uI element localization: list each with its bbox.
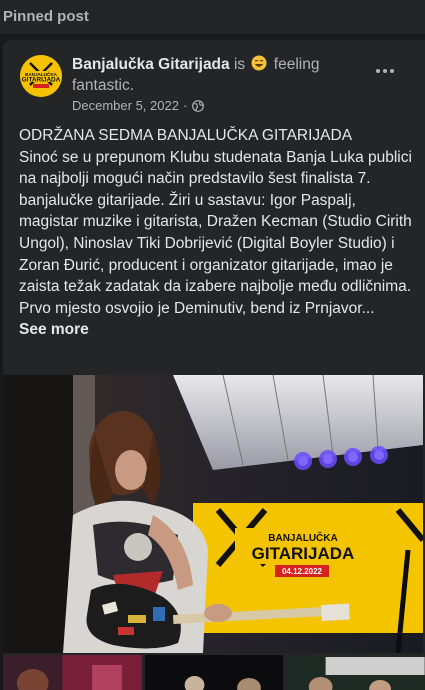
post-meta: December 5, 2022 · bbox=[72, 98, 205, 113]
thumbnail-photo[interactable] bbox=[286, 655, 425, 690]
pinned-post-header: Pinned post bbox=[0, 0, 425, 34]
meta-separator: · bbox=[182, 98, 188, 113]
feeling-prefix: is bbox=[233, 56, 246, 73]
thumbnail-image bbox=[286, 655, 425, 690]
post-text-line: Prvo mjesto osvojio je Deminutiv, bend i… bbox=[19, 299, 375, 317]
post-text: ODRŽANA SEDMA BANJALUČKA GITARIJADA Sino… bbox=[19, 125, 414, 341]
post-card: BANJALUČKA GITARIJADA Banjalučka Gitarij… bbox=[3, 40, 425, 690]
see-more-link[interactable]: See more bbox=[19, 319, 414, 341]
thumbnail-photo[interactable] bbox=[144, 655, 284, 690]
banner-date-text: 04.12.2022 bbox=[282, 567, 323, 576]
post-date-link[interactable]: December 5, 2022 bbox=[72, 98, 179, 113]
thumbnail-photo[interactable] bbox=[3, 655, 142, 690]
avatar[interactable]: BANJALUČKA GITARIJADA bbox=[20, 55, 62, 97]
banner-main-text: GITARIJADA bbox=[252, 544, 355, 563]
gitarijada-logo-icon: BANJALUČKA GITARIJADA bbox=[20, 55, 62, 97]
logo-main-text: GITARIJADA bbox=[22, 77, 61, 84]
globe-icon[interactable] bbox=[192, 99, 205, 112]
photo-thumbnails bbox=[3, 655, 425, 690]
author-name-link[interactable]: Banjalučka Gitarijada bbox=[72, 56, 230, 73]
banner-top-text: BANJALUČKA bbox=[268, 531, 337, 544]
more-dot-icon bbox=[383, 69, 387, 73]
post-text-line: Sinoć se u prepunom Klubu studenata Banj… bbox=[19, 148, 417, 296]
smiling-face-emoji-icon bbox=[251, 55, 267, 71]
post-text-line: ODRŽANA SEDMA BANJALUČKA GITARIJADA bbox=[19, 127, 353, 144]
more-options-button[interactable] bbox=[367, 58, 403, 84]
more-dot-icon bbox=[390, 69, 394, 73]
thumbnail-image bbox=[144, 655, 284, 690]
more-dot-icon bbox=[376, 69, 380, 73]
post-header-text: Banjalučka Gitarijada is feeling fantast… bbox=[72, 54, 362, 96]
pinned-post-label: Pinned post bbox=[3, 8, 89, 25]
guitarist-photo-image: BANJALUČKA GITARIJADA 04.12.2022 bbox=[3, 375, 423, 653]
thumbnail-image bbox=[3, 655, 142, 690]
post-photo[interactable]: BANJALUČKA GITARIJADA 04.12.2022 bbox=[3, 375, 423, 653]
